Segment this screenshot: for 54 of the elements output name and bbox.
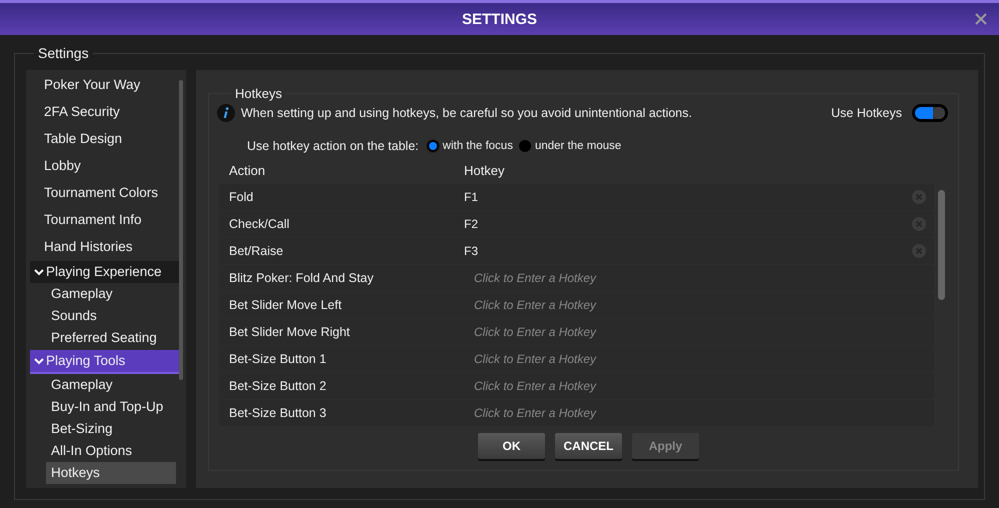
table-cell: Fold	[219, 184, 454, 210]
hotkey-field[interactable]: F1	[454, 184, 908, 210]
column-header: Action	[228, 163, 266, 178]
hotkey-field[interactable]: F3	[454, 238, 908, 264]
hotkey-field[interactable]: Click to Enter a Hotkey	[454, 346, 934, 372]
toggle-switch[interactable]	[912, 104, 948, 122]
sidebar-item[interactable]: All-In Options	[26, 440, 176, 462]
hotkey-field[interactable]: Click to Enter a Hotkey	[454, 292, 934, 318]
hotkey-field[interactable]: Click to Enter a Hotkey	[454, 373, 934, 399]
sidebar-item[interactable]: Hotkeys	[46, 462, 176, 484]
hotkey-field[interactable]: Click to Enter a Hotkey	[454, 265, 934, 291]
chevron-icon	[34, 268, 44, 276]
sidebar-item[interactable]: Gameplay	[26, 283, 176, 305]
sidebar-item[interactable]: Poker Your Way	[26, 71, 186, 98]
sidebar-item[interactable]: Bet-Sizing	[26, 418, 176, 440]
table-cell: Blitz Poker: Fold And Stay	[219, 265, 454, 291]
table-cell: Bet-Size Button 1	[219, 346, 454, 372]
sidebar-item[interactable]: Tournament Info	[26, 206, 186, 233]
group-title: Settings	[37, 45, 90, 61]
sidebar-item[interactable]: Gameplay	[26, 374, 176, 396]
table-cell: Bet-Size Button 2	[219, 373, 454, 399]
sidebar-item[interactable]: Table Design	[26, 125, 186, 152]
sidebar-item[interactable]: Hand Histories	[26, 233, 186, 260]
scrollbar[interactable]	[938, 190, 944, 300]
radio-option[interactable]: under the mouse	[518, 140, 622, 152]
hotkey-field[interactable]: Click to Enter a Hotkey	[454, 319, 934, 345]
close-icon[interactable]	[975, 13, 987, 25]
sidebar-item[interactable]: Tournament Colors	[26, 179, 186, 206]
hotkey-field[interactable]: Click to Enter a Hotkey	[454, 400, 934, 426]
table-cell: Bet Slider Move Left	[219, 292, 454, 318]
sidebar-item[interactable]: Sounds	[26, 305, 176, 327]
dialog-button[interactable]: OK	[478, 433, 545, 459]
sidebar-group[interactable]: Playing Experience	[30, 261, 182, 283]
group-title: Hotkeys	[234, 86, 283, 101]
toggle-label: Use Hotkeys	[831, 106, 902, 120]
info-icon	[217, 104, 235, 122]
sidebar-item[interactable]: Preferred Seating	[26, 327, 176, 349]
option-label: Use hotkey action on the table:	[247, 139, 419, 153]
info-text: When setting up and using hotkeys, be careful so you avoid unintentional actions.	[241, 106, 692, 120]
hotkey-field[interactable]: F2	[454, 211, 908, 237]
table-cell: Bet-Size Button 3	[219, 400, 454, 426]
scrollbar[interactable]	[179, 80, 183, 380]
table-cell: Check/Call	[219, 211, 454, 237]
sidebar-group[interactable]: Playing Tools	[30, 350, 182, 374]
column-header: Hotkey	[463, 163, 504, 178]
radio-option[interactable]: with the focus	[426, 140, 513, 152]
table-cell: Bet Slider Move Right	[219, 319, 454, 345]
table-cell: Bet/Raise	[219, 238, 454, 264]
sidebar-item[interactable]: Buy-In and Top-Up	[26, 396, 176, 418]
sidebar-item[interactable]: 2FA Security	[26, 98, 186, 125]
chevron-icon	[34, 357, 44, 365]
sidebar-item[interactable]: Lobby	[26, 152, 186, 179]
window-title: SETTINGS	[462, 10, 537, 28]
dialog-button[interactable]: CANCEL	[555, 433, 622, 459]
